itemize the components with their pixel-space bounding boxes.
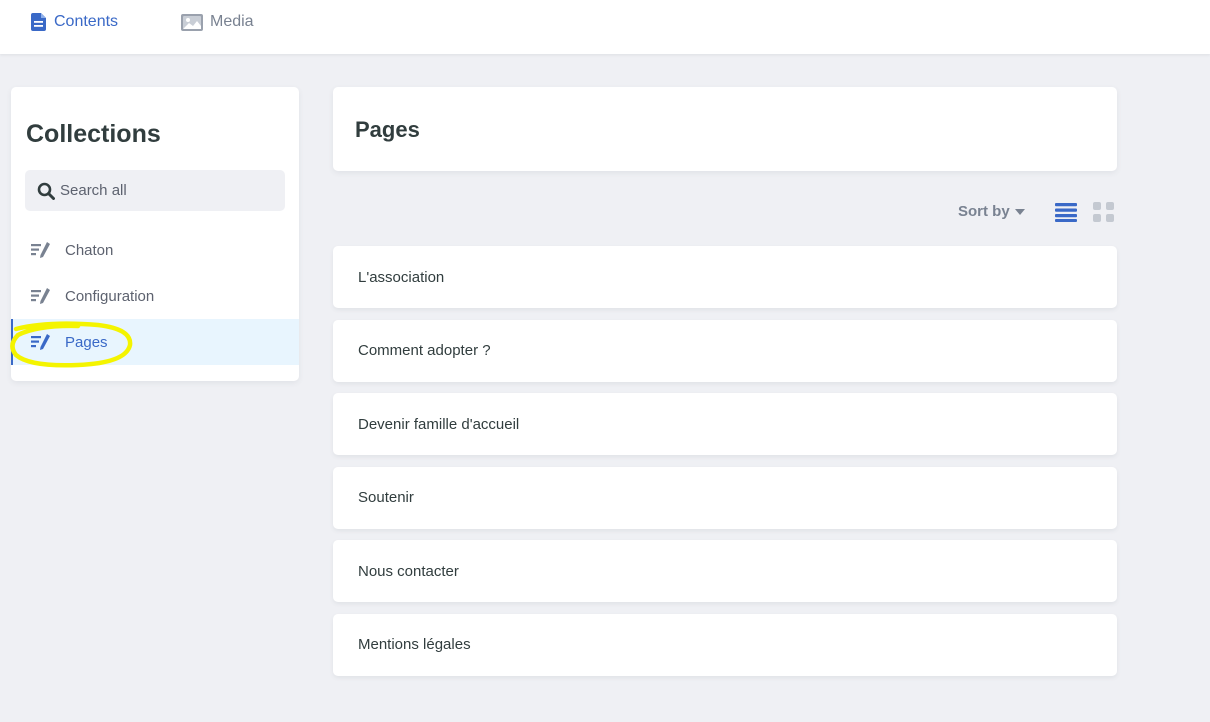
nav-media-label: Media xyxy=(210,13,254,30)
view-controls: Sort by xyxy=(950,200,1118,226)
list-item[interactable]: Comment adopter ? xyxy=(333,319,1117,382)
sidebar-item-label: Pages xyxy=(65,333,108,351)
collections-sidebar: Collections Chaton xyxy=(11,87,299,381)
entry-title: Devenir famille d'accueil xyxy=(358,415,520,433)
list-item[interactable]: Devenir famille d'accueil xyxy=(333,393,1117,456)
caret-down-icon xyxy=(1014,208,1025,215)
sidebar-item-label: Chaton xyxy=(65,241,114,259)
collection-edit-icon xyxy=(31,288,51,304)
list-view-icon[interactable] xyxy=(1055,202,1077,222)
entry-title: L'association xyxy=(358,268,445,286)
collection-edit-icon xyxy=(31,334,51,350)
image-icon xyxy=(181,13,203,31)
list-item[interactable]: Soutenir xyxy=(333,466,1117,529)
sidebar-item-pages[interactable]: Pages xyxy=(11,319,299,365)
entry-title: Comment adopter ? xyxy=(358,342,491,360)
list-item[interactable]: Nous contacter xyxy=(333,540,1117,603)
page-title: Pages xyxy=(355,117,420,142)
nav-contents-label: Contents xyxy=(54,13,119,30)
nav-media-link[interactable]: Media xyxy=(181,9,254,35)
list-item[interactable]: L'association xyxy=(333,246,1117,308)
collection-header: Pages xyxy=(333,87,1117,171)
search-input[interactable] xyxy=(60,182,270,199)
search-box[interactable] xyxy=(25,170,285,211)
sidebar-item-label: Configuration xyxy=(65,287,155,305)
entry-title: Nous contacter xyxy=(358,562,459,580)
grid-view-icon[interactable] xyxy=(1093,202,1115,224)
sort-by-label: Sort by xyxy=(958,203,1010,220)
sort-by-button[interactable]: Sort by xyxy=(958,203,1025,220)
collection-edit-icon xyxy=(31,242,51,258)
entry-title: Mentions légales xyxy=(358,636,471,654)
sidebar-title: Collections xyxy=(26,120,161,148)
nav-contents-link[interactable]: Contents xyxy=(31,9,118,35)
entry-title: Soutenir xyxy=(358,489,414,507)
collection-list: Chaton Configuration Pages xyxy=(11,227,299,365)
list-item[interactable]: Mentions légales xyxy=(333,613,1117,676)
sidebar-item-chaton[interactable]: Chaton xyxy=(11,227,299,273)
top-navigation-bar: Contents Media xyxy=(0,0,1210,54)
search-icon xyxy=(37,182,55,200)
document-icon xyxy=(31,13,47,31)
entries-list: L'association Comment adopter ? Devenir … xyxy=(333,246,1117,688)
sidebar-item-configuration[interactable]: Configuration xyxy=(11,273,299,319)
